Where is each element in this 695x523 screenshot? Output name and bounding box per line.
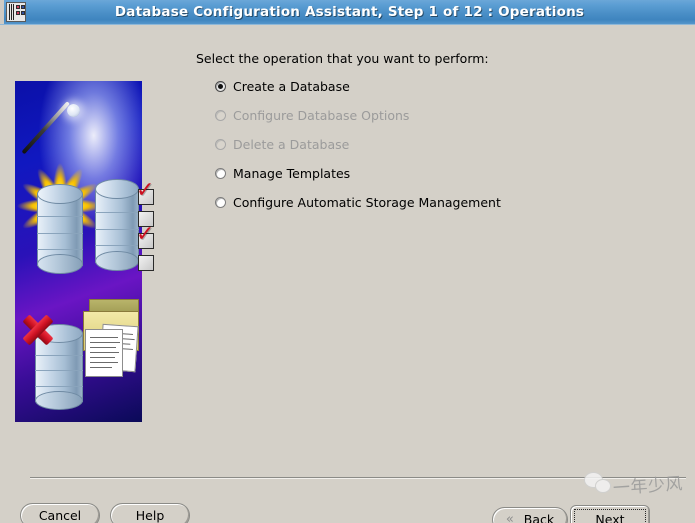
radio-manage-templates[interactable]: Manage Templates <box>215 164 350 182</box>
chevron-left-icon: « <box>505 512 514 523</box>
radio-label: Create a Database <box>233 78 350 94</box>
database-cylinder-icon <box>95 179 139 271</box>
radio-label: Manage Templates <box>233 165 351 181</box>
radio-configure-database-options: Configure Database Options <box>215 106 409 124</box>
cancel-button-label: Cancel <box>38 508 82 523</box>
radio-label: Configure Database Options <box>233 107 410 123</box>
checklist-icon: ✓ ✓ <box>134 180 168 277</box>
help-button[interactable]: Help <box>110 503 190 523</box>
radio-create-a-database[interactable]: Create a Database <box>215 77 350 95</box>
database-wizard-illustration: ✓ ✓ <box>15 81 154 422</box>
radio-indicator <box>215 138 226 150</box>
page-title: Select the operation that you want to pe… <box>196 51 489 66</box>
database-cylinder-icon <box>37 184 83 274</box>
application-window: Database Configuration Assistant, Step 1… <box>0 0 695 523</box>
window-title: Database Configuration Assistant, Step 1… <box>114 4 585 20</box>
window-client-area: ✓ ✓ Select the operation that you want t… <box>4 25 695 523</box>
database-assistant-icon <box>6 2 26 22</box>
window-titlebar[interactable]: Database Configuration Assistant, Step 1… <box>0 0 695 25</box>
titlebar-left-pad <box>0 0 4 24</box>
help-button-label: Help <box>135 508 165 523</box>
radio-delete-a-database: Delete a Database <box>215 135 349 153</box>
back-mnemonic: B <box>523 512 533 523</box>
folders-documents-icon <box>77 299 145 391</box>
radio-indicator <box>215 196 226 208</box>
delete-x-icon <box>21 313 55 347</box>
next-button[interactable]: Next <box>570 505 650 523</box>
radio-configure-automatic-storage-management[interactable]: Configure Automatic Storage Management <box>215 193 501 211</box>
cancel-button[interactable]: Cancel <box>20 503 100 523</box>
next-mnemonic: N <box>595 512 605 523</box>
radio-indicator <box>215 167 226 179</box>
radio-label: Delete a Database <box>233 136 350 152</box>
next-button-label: Next <box>595 512 624 523</box>
radio-indicator <box>215 80 226 92</box>
radio-label: Configure Automatic Storage Management <box>233 194 501 210</box>
back-button[interactable]: « Back <box>492 507 568 523</box>
footer-separator <box>30 477 686 479</box>
magic-wand-icon <box>21 95 95 167</box>
back-button-label: Back <box>524 512 554 523</box>
radio-indicator <box>215 109 226 121</box>
